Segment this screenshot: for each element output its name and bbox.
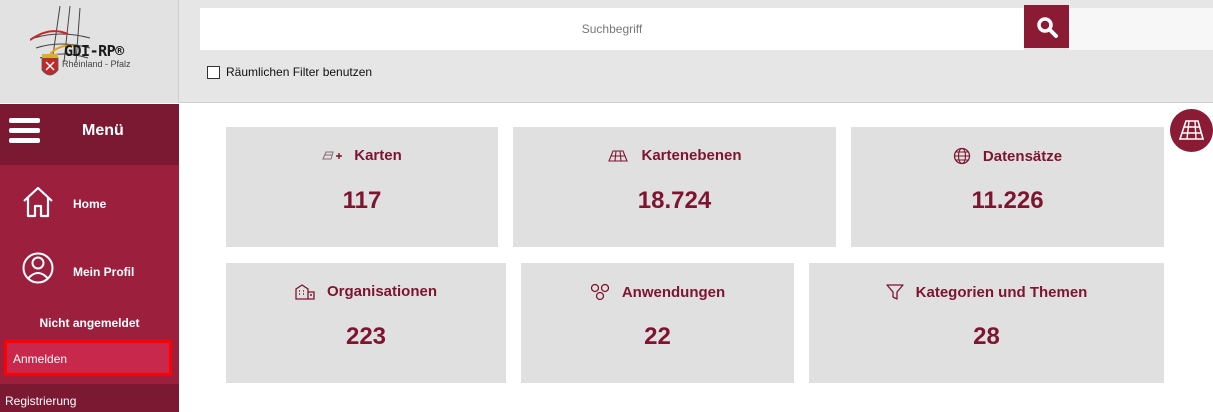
tile-kategorien[interactable]: Kategorien und Themen 28 [809,263,1164,383]
tile-datensaetze-count: 11.226 [971,187,1044,214]
search-bar-filler [1069,8,1213,50]
logo-subtitle: Rheinland - Pfalz [62,59,131,69]
sidebar-item-home-label: Home [73,197,107,211]
tile-kategorien-title: Kategorien und Themen [915,283,1088,301]
globe-icon [953,147,971,165]
search-button[interactable] [1024,5,1069,48]
tile-organisationen[interactable]: Organisationen 223 [226,263,506,383]
tile-kartenebenen[interactable]: Kartenebenen 18.724 [513,127,836,247]
spatial-filter-checkbox[interactable] [207,65,220,79]
tile-anwendungen-count: 22 [644,323,671,350]
tile-kartenebenen-title: Kartenebenen [641,147,742,164]
buildings-icon [295,283,315,300]
page: GDI-RP® Rheinland - Pfalz Räumlichen Fil… [0,0,1213,412]
tile-datensaetze-title: Datensätze [982,147,1063,165]
login-link[interactable]: Anmelden [4,340,172,376]
tile-kartenebenen-count: 18.724 [637,187,712,214]
login-label: Anmelden [13,352,68,366]
sidebar-item-home[interactable]: Home [0,179,179,225]
logo[interactable]: GDI-RP® Rheinland - Pfalz [0,0,179,103]
tile-karten[interactable]: Karten 117 [226,127,498,247]
tile-anwendungen[interactable]: Anwendungen 22 [521,263,794,383]
map-plus-icon [322,149,343,163]
logo-title: GDI-RP® [64,42,124,60]
tile-karten-title: Karten [354,147,402,164]
register-link[interactable]: Registrierung [0,384,179,412]
tile-karten-count: 117 [342,187,382,214]
filter-icon [886,283,904,301]
sidebar: Menü Home Mein Profil Nicht angemeldet A… [0,104,179,412]
tile-organisationen-count: 223 [345,323,387,350]
map-grid-icon [1178,120,1205,140]
apps-icon [590,283,610,301]
hamburger-menu-icon[interactable] [9,118,40,144]
tile-organisationen-title: Organisationen [326,283,438,300]
user-icon [22,252,54,284]
grid-layer-icon [607,149,629,163]
header: GDI-RP® Rheinland - Pfalz Räumlichen Fil… [0,0,1213,103]
map-viewer-button[interactable] [1170,109,1213,152]
sidebar-item-profile[interactable]: Mein Profil [0,249,179,295]
menu-label: Menü [82,122,124,139]
login-status: Nicht angemeldet [39,316,140,330]
home-icon [23,186,53,218]
crest-icon [41,54,59,76]
tile-datensaetze[interactable]: Datensätze 11.226 [851,127,1164,247]
sidebar-item-profile-label: Mein Profil [73,265,135,279]
tile-kategorien-count: 28 [973,323,1000,350]
tile-anwendungen-title: Anwendungen [621,283,726,301]
search-icon [1036,16,1058,38]
register-label: Registrierung [5,394,77,408]
search-input[interactable] [200,8,1024,50]
spatial-filter-label: Räumlichen Filter benutzen [226,65,373,79]
menu-bar[interactable]: Menü [0,104,179,165]
spatial-filter[interactable]: Räumlichen Filter benutzen [207,64,372,80]
